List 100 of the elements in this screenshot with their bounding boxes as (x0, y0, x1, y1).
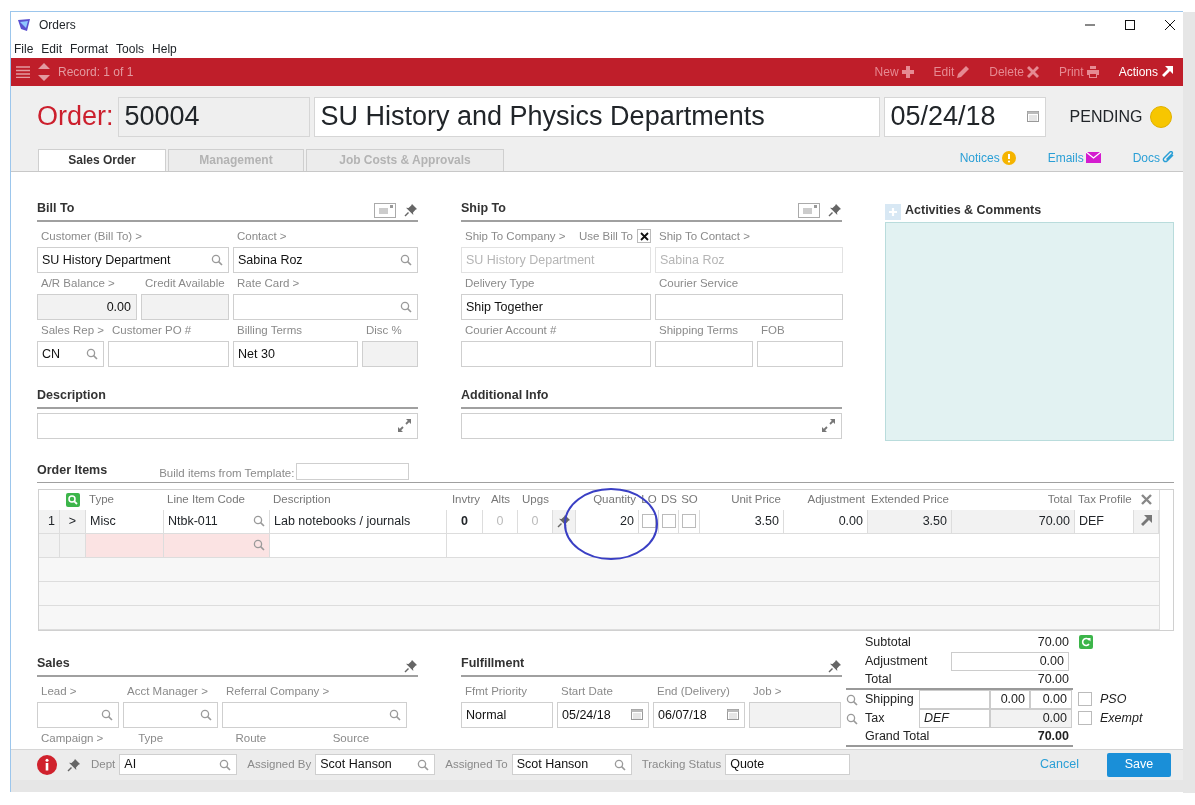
calendar-icon[interactable] (727, 709, 739, 721)
scrollbar[interactable] (11, 780, 1183, 792)
lookup-field[interactable]: Sabina Roz (233, 246, 418, 273)
pin-icon[interactable] (67, 757, 81, 772)
tab[interactable]: Sales Order (38, 148, 166, 171)
app-icon (17, 18, 31, 33)
lookup-field[interactable]: DEF (919, 708, 990, 728)
menu-item[interactable]: Tools (116, 39, 145, 58)
up-down-icon[interactable] (38, 63, 50, 82)
field-label: FOB (760, 322, 785, 338)
pin-icon[interactable] (828, 658, 842, 673)
calendar-icon[interactable] (631, 709, 643, 721)
search-icon[interactable] (613, 758, 626, 771)
x-icon (1026, 66, 1039, 79)
menu-icon[interactable] (16, 66, 30, 79)
search-icon[interactable] (400, 300, 412, 313)
readonly-field[interactable] (141, 293, 229, 320)
order-number-field[interactable]: 50004 (117, 96, 310, 137)
lookup-field[interactable] (37, 701, 119, 728)
search-icon[interactable] (101, 708, 113, 721)
field-label: End (Delivery) (656, 683, 730, 699)
lookup-field[interactable] (233, 293, 418, 320)
lookup-field[interactable]: CN (37, 340, 104, 367)
readonly-field[interactable] (362, 340, 418, 367)
lookup-field[interactable] (123, 701, 218, 728)
search-icon[interactable] (219, 758, 232, 771)
text-field[interactable]: Quote (725, 754, 851, 776)
text-field[interactable]: Net 30 (233, 340, 358, 367)
text-field[interactable]: 0.00 (1030, 689, 1072, 709)
text-field[interactable] (108, 340, 229, 367)
text-field[interactable] (655, 340, 753, 367)
order-name-field[interactable]: SU History and Physics Departments (313, 96, 880, 137)
checkbox[interactable] (682, 514, 696, 529)
checkbox[interactable] (1078, 692, 1092, 707)
text-field[interactable]: Normal (461, 701, 553, 728)
menu-item[interactable]: Edit (41, 39, 63, 58)
text-field[interactable] (757, 340, 843, 367)
text-field[interactable] (655, 293, 843, 320)
search-icon[interactable] (846, 693, 858, 706)
search-icon[interactable] (253, 539, 265, 552)
section-title: Description (37, 387, 106, 405)
checkbox[interactable] (1078, 711, 1092, 726)
envelope-icon (1085, 152, 1101, 164)
field-label: Assigned By (247, 757, 312, 773)
search-icon[interactable] (86, 347, 98, 360)
expand-icon[interactable] (397, 418, 412, 434)
lookup-field[interactable]: Scot Hanson (315, 754, 436, 776)
menu-item[interactable]: Format (70, 39, 109, 58)
pin-icon[interactable] (404, 203, 418, 218)
record-counter: Record: 1 of 1 (58, 64, 134, 82)
expand-toggle[interactable]: > (60, 509, 86, 533)
lookup-field[interactable] (222, 701, 407, 728)
lookup-field[interactable] (164, 533, 270, 557)
readonly-field[interactable] (749, 701, 841, 728)
readonly-field[interactable]: 0.00 (37, 293, 137, 320)
scrollbar[interactable] (1183, 12, 1195, 793)
field-label: Customer (Bill To) > (40, 228, 143, 244)
card-icon[interactable] (374, 202, 396, 218)
arrow-icon[interactable] (1140, 515, 1152, 528)
text-field[interactable] (86, 533, 164, 557)
menu-item[interactable]: File (14, 39, 34, 58)
text-field[interactable]: 0.00 (990, 689, 1030, 709)
order-date-field[interactable]: 05/24/18 (883, 96, 1046, 137)
refresh-icon[interactable] (1079, 635, 1093, 650)
pin-icon[interactable] (404, 658, 418, 673)
checkbox[interactable] (637, 229, 651, 244)
menu-item[interactable]: Help (152, 39, 177, 58)
field-label: Credit Available (144, 275, 225, 291)
search-icon[interactable] (389, 708, 401, 721)
search-icon[interactable] (253, 515, 265, 528)
text-field[interactable]: 0.00 (951, 651, 1069, 671)
text-field[interactable] (296, 462, 410, 480)
toolbar-button[interactable]: Actions (1118, 63, 1173, 82)
text-field[interactable]: Ship Together (461, 293, 651, 320)
maximize-icon[interactable] (1125, 20, 1135, 31)
lookup-field[interactable]: Scot Hanson (511, 754, 632, 776)
search-icon[interactable] (211, 253, 223, 266)
section-title: Additional Info (461, 387, 549, 405)
text-field[interactable] (461, 340, 651, 367)
expand-icon[interactable] (821, 418, 836, 434)
search-icon[interactable] (66, 492, 80, 507)
search-icon[interactable] (846, 712, 858, 725)
calendar-icon[interactable] (1026, 111, 1039, 123)
save-button[interactable]: Save (1107, 752, 1171, 777)
checkbox[interactable] (661, 514, 676, 529)
column-header: Description (272, 492, 332, 508)
close-icon[interactable] (1165, 20, 1175, 31)
checkbox[interactable] (641, 514, 656, 529)
search-icon[interactable] (400, 253, 412, 266)
date-field[interactable]: 05/24/18 (557, 701, 649, 728)
card-icon[interactable] (798, 202, 820, 218)
text-field[interactable] (919, 689, 990, 709)
search-icon[interactable] (417, 758, 430, 771)
lookup-field[interactable]: SU History Department (37, 246, 229, 273)
search-icon[interactable] (200, 708, 212, 721)
pin-icon[interactable] (828, 203, 842, 218)
pin-icon[interactable] (557, 514, 571, 529)
lookup-field[interactable]: AI (119, 754, 238, 776)
info-icon[interactable] (37, 754, 57, 775)
date-field[interactable]: 06/07/18 (653, 701, 745, 728)
